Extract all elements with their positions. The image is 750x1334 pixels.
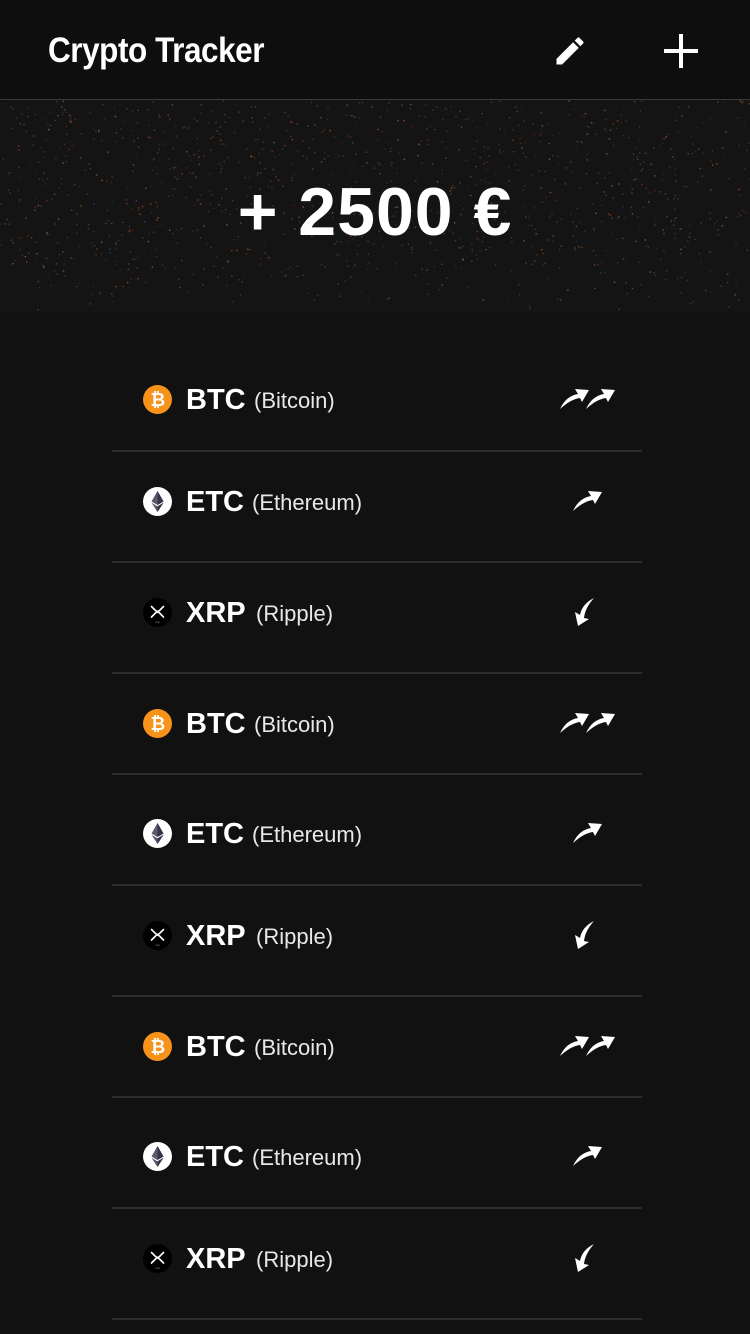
trend-up-icon bbox=[558, 1140, 620, 1170]
coin-name: (Bitcoin) bbox=[254, 388, 335, 413]
coin-name: (Ripple) bbox=[256, 601, 334, 626]
coin-symbol: BTC bbox=[186, 384, 246, 416]
coin-symbol: ETC bbox=[186, 818, 244, 850]
coin-row-btc[interactable]: ₿ BTC (Bitcoin) bbox=[112, 341, 642, 452]
trend-down-icon bbox=[558, 1242, 620, 1272]
trend-strong-up-icon bbox=[558, 383, 620, 413]
coin-name: (Ripple) bbox=[256, 1247, 334, 1272]
total-balance: + 2500 € bbox=[237, 174, 513, 250]
bitcoin-icon: ₿ bbox=[143, 709, 172, 738]
ripple-icon: xrp bbox=[143, 921, 172, 950]
svg-text:xrp: xrp bbox=[155, 620, 160, 624]
ripple-icon: xrp bbox=[143, 1244, 172, 1273]
trend-strong-up-icon bbox=[558, 707, 620, 737]
coin-row-btc[interactable]: ₿ BTC (Bitcoin) bbox=[112, 997, 642, 1098]
balance-banner: + 2500 € bbox=[0, 100, 750, 312]
ripple-icon: xrp bbox=[143, 598, 172, 627]
coin-name: (Ripple) bbox=[256, 924, 334, 949]
coin-symbol: BTC bbox=[186, 708, 246, 740]
ethereum-icon bbox=[143, 1142, 172, 1171]
svg-text:₿: ₿ bbox=[150, 714, 165, 735]
plus-icon bbox=[664, 34, 698, 68]
coin-name: (Bitcoin) bbox=[254, 712, 335, 737]
coin-symbol: ETC bbox=[186, 1141, 244, 1173]
coin-symbol: BTC bbox=[186, 1031, 246, 1063]
pencil-icon bbox=[556, 37, 584, 65]
coin-row-etc[interactable]: ETC (Ethereum) bbox=[112, 1098, 642, 1209]
svg-text:₿: ₿ bbox=[150, 390, 165, 411]
coin-row-xrp[interactable]: xrp XRP (Ripple) bbox=[112, 1209, 642, 1320]
coin-name: (Ethereum) bbox=[252, 822, 363, 847]
coin-symbol: XRP bbox=[186, 920, 246, 952]
trend-strong-up-icon bbox=[558, 1030, 620, 1060]
coin-row-btc[interactable]: ₿ BTC (Bitcoin) bbox=[112, 674, 642, 775]
coin-list: ₿ BTC (Bitcoin) ETC (Ethereum) xrp XRP (Ripple)… bbox=[112, 341, 642, 1320]
ethereum-icon bbox=[143, 819, 172, 848]
trend-up-icon bbox=[558, 817, 620, 847]
coin-row-etc[interactable]: ETC (Ethereum) bbox=[112, 775, 642, 886]
coin-name: (Ethereum) bbox=[252, 1145, 363, 1170]
app-bar: Crypto Tracker bbox=[0, 0, 750, 100]
svg-text:xrp: xrp bbox=[155, 943, 160, 947]
trend-down-icon bbox=[558, 919, 620, 949]
svg-text:₿: ₿ bbox=[150, 1037, 165, 1058]
ethereum-icon bbox=[143, 487, 172, 516]
bitcoin-icon: ₿ bbox=[143, 385, 172, 414]
svg-text:xrp: xrp bbox=[155, 1266, 160, 1270]
trend-up-icon bbox=[558, 485, 620, 515]
coin-row-xrp[interactable]: xrp XRP (Ripple) bbox=[112, 886, 642, 997]
app-title: Crypto Tracker bbox=[48, 31, 265, 70]
coin-row-etc[interactable]: ETC (Ethereum) bbox=[112, 452, 642, 563]
trend-down-icon bbox=[558, 596, 620, 626]
coin-symbol: ETC bbox=[186, 486, 244, 518]
coin-symbol: XRP bbox=[186, 1243, 246, 1275]
edit-button[interactable] bbox=[548, 28, 592, 74]
coin-name: (Bitcoin) bbox=[254, 1035, 335, 1060]
coin-symbol: XRP bbox=[186, 597, 246, 629]
coin-name: (Ethereum) bbox=[252, 490, 363, 515]
coin-row-xrp[interactable]: xrp XRP (Ripple) bbox=[112, 563, 642, 674]
add-button[interactable] bbox=[659, 28, 703, 74]
bitcoin-icon: ₿ bbox=[143, 1032, 172, 1061]
